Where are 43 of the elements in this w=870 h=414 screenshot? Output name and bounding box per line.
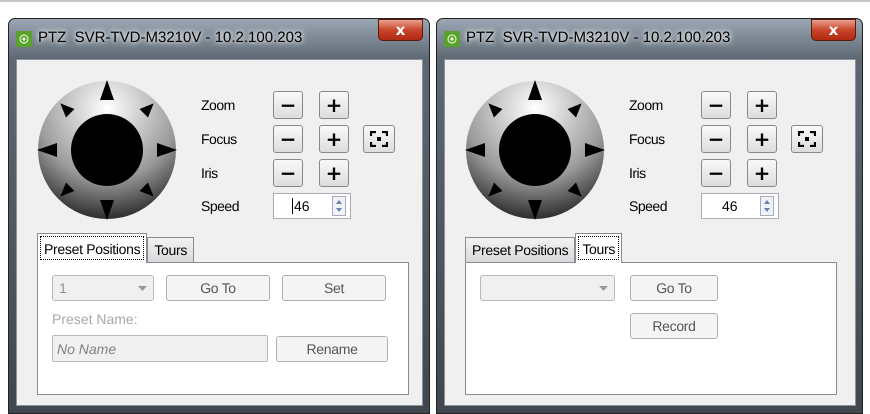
tab[interactable]: Preset Positions bbox=[465, 237, 576, 262]
control-label: Focus bbox=[629, 130, 666, 147]
minus-button[interactable]: − bbox=[273, 124, 303, 153]
control-label: Zoom bbox=[201, 96, 236, 113]
control-label: Zoom bbox=[629, 96, 664, 113]
plus-button[interactable]: + bbox=[319, 124, 349, 153]
dropdown-caret-icon bbox=[599, 286, 608, 290]
joystick-drawing[interactable] bbox=[37, 80, 177, 220]
preset-name-label: Preset Name: bbox=[52, 311, 139, 327]
minus-button[interactable]: − bbox=[701, 124, 731, 153]
control-label: Focus bbox=[201, 130, 238, 147]
speed-spinbox[interactable]: 46 bbox=[273, 193, 351, 220]
minus-button[interactable]: − bbox=[273, 90, 303, 119]
minus-button[interactable]: − bbox=[701, 90, 731, 119]
plus-button[interactable]: + bbox=[747, 90, 777, 119]
focus-area-button[interactable] bbox=[363, 124, 395, 153]
control-label: Iris bbox=[201, 165, 219, 182]
spin-arrows-icon[interactable] bbox=[760, 196, 774, 216]
app-icon bbox=[444, 31, 460, 47]
window-title: PTZ SVR-TVD-M3210V - 10.2.100.203 bbox=[38, 28, 304, 48]
plus-button[interactable]: + bbox=[747, 159, 777, 188]
close-button[interactable]: x bbox=[811, 19, 856, 41]
window-title: PTZ SVR-TVD-M3210V - 10.2.100.203 bbox=[466, 28, 732, 48]
tab[interactable]: Tours bbox=[575, 233, 622, 263]
app-icon bbox=[16, 31, 32, 47]
plus-button[interactable]: + bbox=[319, 159, 349, 188]
speed-spinbox[interactable]: 46 bbox=[701, 193, 779, 220]
spin-arrows-icon[interactable] bbox=[332, 196, 346, 216]
minus-button[interactable]: − bbox=[701, 159, 731, 188]
plus-button[interactable]: + bbox=[747, 124, 777, 153]
focus-area-button[interactable] bbox=[791, 124, 823, 153]
focus-frame-icon bbox=[798, 130, 816, 147]
tab[interactable]: Tours bbox=[147, 237, 194, 262]
tab[interactable]: Preset Positions bbox=[37, 233, 148, 263]
focus-frame-icon bbox=[370, 130, 388, 147]
minus-button[interactable]: − bbox=[273, 159, 303, 188]
close-button[interactable]: x bbox=[378, 19, 423, 41]
speed-label: Speed bbox=[629, 198, 668, 214]
joystick-drawing[interactable] bbox=[465, 80, 605, 220]
speed-label: Speed bbox=[201, 198, 240, 214]
control-label: Iris bbox=[629, 165, 647, 182]
dropdown-caret-icon bbox=[138, 286, 147, 290]
plus-button[interactable]: + bbox=[319, 90, 349, 119]
